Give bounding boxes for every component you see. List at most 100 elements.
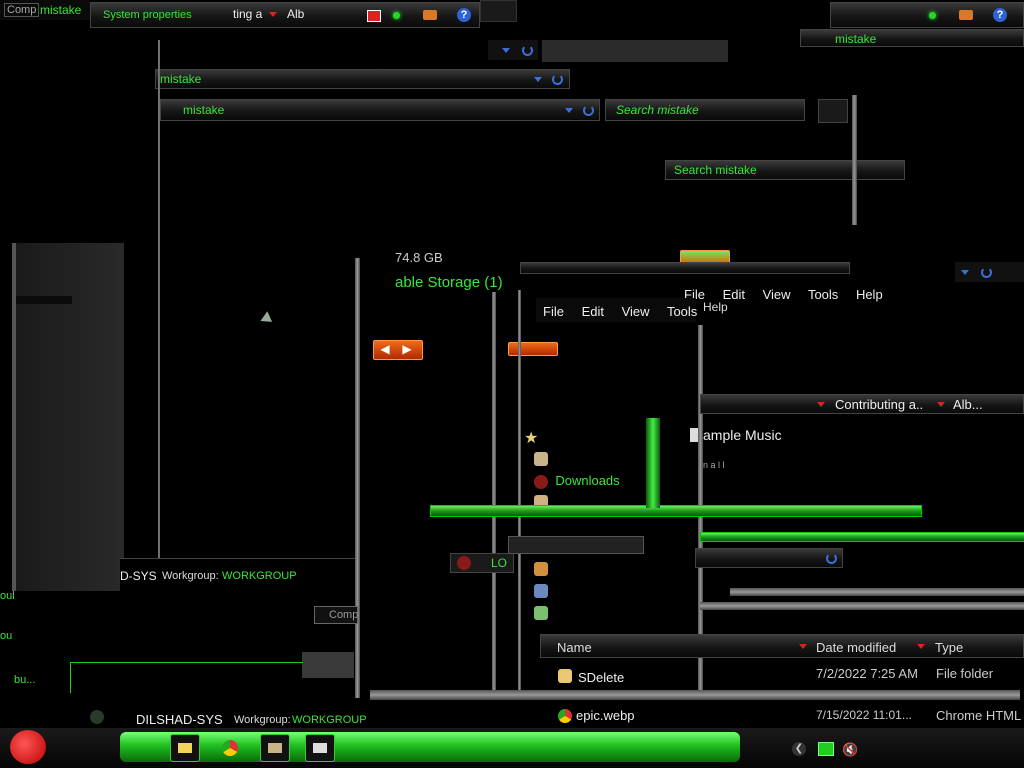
storage-group-header[interactable]: able Storage (1) xyxy=(395,274,503,291)
forward-icon[interactable]: ▶ xyxy=(396,341,418,357)
menu-file[interactable]: File xyxy=(543,304,564,319)
sort-dropdown-icon[interactable] xyxy=(799,644,807,649)
nav-back-forward[interactable] xyxy=(508,342,558,356)
green-outline xyxy=(70,662,303,693)
search-placeholder: Search mistake xyxy=(616,103,699,117)
comp-small-button[interactable]: Comp xyxy=(314,606,358,624)
window-border xyxy=(355,258,360,698)
mistake-label: mistake xyxy=(40,3,82,17)
nav-strip xyxy=(488,40,538,60)
help-icon[interactable]: ? xyxy=(457,8,471,22)
briefcase-icon[interactable] xyxy=(423,10,437,20)
address-text: mistake xyxy=(160,72,202,86)
file-date: 7/2/2022 7:25 AM xyxy=(816,666,918,681)
comp-label[interactable]: Comp xyxy=(4,3,40,17)
menu-tools[interactable]: Tools xyxy=(667,304,697,319)
network-icon[interactable] xyxy=(818,742,834,756)
column-date-modified[interactable]: Date modified xyxy=(816,640,896,655)
back-icon[interactable]: ◀ xyxy=(374,341,396,357)
history-dropdown-icon[interactable] xyxy=(565,108,573,113)
comp-small-label: Comp xyxy=(329,609,359,621)
angry-birds-start-icon[interactable] xyxy=(10,730,46,764)
address-bar-topright[interactable]: mistake xyxy=(800,29,1024,47)
nav-downloads[interactable]: Downloads xyxy=(534,473,620,489)
window-border xyxy=(700,602,1024,610)
map-network-icon[interactable] xyxy=(367,10,381,22)
status-dot-icon xyxy=(929,12,936,19)
folder-icon[interactable] xyxy=(170,734,200,762)
history-dropdown-icon[interactable] xyxy=(534,77,542,82)
photo-tool-icon[interactable] xyxy=(260,734,290,762)
book-icon[interactable] xyxy=(534,452,548,466)
volume-muted-icon[interactable]: 🔇 xyxy=(842,742,858,758)
address-text: mistake xyxy=(183,103,225,117)
search-box-blank[interactable] xyxy=(542,40,728,62)
menu-view[interactable]: View xyxy=(763,287,791,302)
history-dropdown-icon[interactable] xyxy=(961,270,969,275)
stub-text: oul xyxy=(0,590,15,602)
tab-stub xyxy=(480,0,517,22)
column-contributing[interactable]: Contributing a.. xyxy=(835,397,923,412)
library-icon[interactable] xyxy=(534,562,548,576)
column-type[interactable]: Type xyxy=(935,640,963,655)
refresh-icon[interactable] xyxy=(981,267,992,278)
file-name: SDelete xyxy=(578,670,625,685)
column-header-bar: Contributing a.. Alb... xyxy=(700,394,1024,414)
horizontal-scrollbar[interactable] xyxy=(700,532,1024,542)
file-type: File folder xyxy=(936,666,994,681)
nav-back-forward[interactable]: ◀ ▶ xyxy=(373,340,423,360)
refresh-icon[interactable] xyxy=(522,45,533,56)
nav-lo[interactable]: LO xyxy=(450,553,514,573)
chrome-icon[interactable] xyxy=(222,740,238,756)
refresh-icon[interactable] xyxy=(552,74,563,85)
workgroup-label: Workgroup: xyxy=(162,570,219,582)
menu-view[interactable]: View xyxy=(622,304,650,319)
file-type: Chrome HTML xyxy=(936,708,1022,723)
album-label: Alb xyxy=(287,7,305,21)
library-icon xyxy=(690,428,698,442)
fax-icon[interactable] xyxy=(305,734,335,762)
refresh-icon[interactable] xyxy=(826,553,837,564)
window-border xyxy=(158,40,160,570)
sort-dropdown-icon[interactable] xyxy=(817,402,825,407)
taskbar-glow xyxy=(120,732,740,762)
table-row[interactable]: SDelete 7/2/2022 7:25 AM File folder xyxy=(556,666,1024,688)
menu-edit[interactable]: Edit xyxy=(582,304,604,319)
pictures-icon[interactable] xyxy=(534,584,548,598)
column-album[interactable]: Alb... xyxy=(953,397,983,412)
address-bar-1[interactable]: mistake xyxy=(155,69,570,89)
sort-dropdown-icon[interactable] xyxy=(917,644,925,649)
sort-dropdown-icon[interactable] xyxy=(937,402,945,407)
window-border xyxy=(852,95,857,225)
music-icon[interactable] xyxy=(534,606,548,620)
address-bar-lower[interactable] xyxy=(695,548,843,568)
favorites-star-icon[interactable]: ★ xyxy=(524,428,538,448)
search-box-1[interactable]: Search mistake xyxy=(605,99,805,121)
menu-tools[interactable]: Tools xyxy=(808,287,838,302)
history-dropdown-icon[interactable] xyxy=(502,48,510,53)
refresh-icon[interactable] xyxy=(583,105,594,116)
address-bar-2[interactable]: mistake xyxy=(160,99,600,121)
command-bar-top: System properties ting a Alb ? xyxy=(90,2,480,28)
horizontal-scrollbar[interactable] xyxy=(430,505,922,517)
system-properties-button[interactable]: System properties xyxy=(103,9,192,21)
workgroup-label: Workgroup: xyxy=(234,714,291,726)
menu-help[interactable]: Help xyxy=(856,287,883,302)
dropdown-icon[interactable] xyxy=(269,12,277,17)
table-row[interactable]: epic.webp 7/15/2022 11:01... Chrome HTML xyxy=(556,706,1024,726)
details-pane-2: DILSHAD-SYS Workgroup: WORKGROUP xyxy=(90,706,370,728)
folder-icon xyxy=(558,669,572,683)
toolbar-strip xyxy=(520,262,850,274)
back-icon[interactable]: ❮ xyxy=(792,742,806,756)
top-left-titlebar: Comp mistake xyxy=(0,0,90,20)
menu-bar-front: File Edit View Tools xyxy=(543,304,711,319)
help-icon[interactable]: ? xyxy=(993,8,1007,22)
stub-text: bu... xyxy=(14,674,36,686)
column-name[interactable]: Name xyxy=(557,640,592,655)
vertical-scrollbar[interactable] xyxy=(646,418,660,508)
search-box-2[interactable]: Search mistake xyxy=(665,160,905,180)
briefcase-icon[interactable] xyxy=(959,10,973,20)
window-border xyxy=(492,292,496,692)
lo-label: LO xyxy=(491,556,508,570)
window-border xyxy=(518,290,521,690)
